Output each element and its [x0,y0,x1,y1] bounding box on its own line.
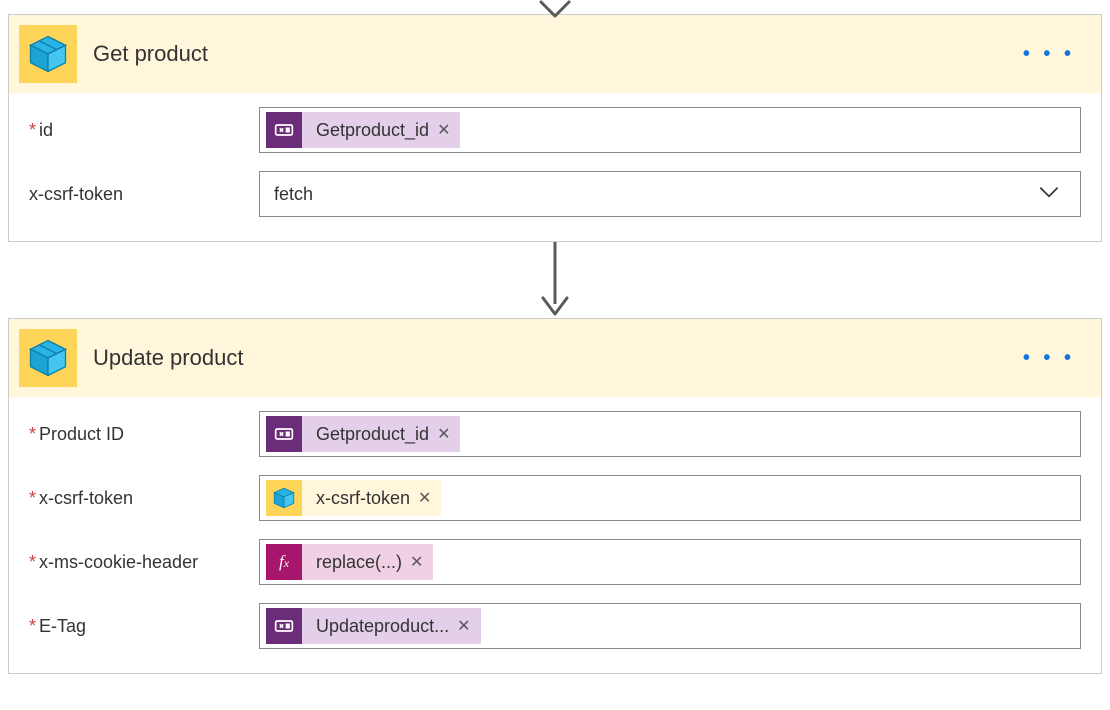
param-row-product-id: *Product ID Getproduct_id ✕ [29,411,1081,457]
action-update-product[interactable]: Update product • • • *Product ID Getprod… [8,318,1102,674]
param-value-id[interactable]: Getproduct_id ✕ [259,107,1081,153]
param-value-csrf[interactable]: fetch [259,171,1081,217]
package-icon [27,33,69,75]
token-text: x-csrf-token [316,488,410,509]
action-title: Get product [93,41,1001,67]
param-label: *x-ms-cookie-header [29,552,259,573]
param-row-csrf: *x-csrf-token x-csrf-token ✕ [29,475,1081,521]
param-value-cookie[interactable]: fx replace(...) ✕ [259,539,1081,585]
action-title: Update product [93,345,1001,371]
action-menu-button[interactable]: • • • [1017,343,1081,374]
param-row-id: *id Getproduct_id ✕ [29,107,1081,153]
param-label: *x-csrf-token [29,488,259,509]
action-header[interactable]: Update product • • • [9,319,1101,397]
param-row-cookie: *x-ms-cookie-header fx replace(...) ✕ [29,539,1081,585]
param-label: x-csrf-token [29,184,259,205]
token-action-output[interactable]: x-csrf-token ✕ [266,480,441,516]
action-body: *Product ID Getproduct_id ✕ *x-csrf-toke… [9,397,1101,673]
param-label: *id [29,120,259,141]
action-get-product[interactable]: Get product • • • *id Getproduct_id ✕ x-… [8,14,1102,242]
token-expression[interactable]: fx replace(...) ✕ [266,544,433,580]
connector-icon [19,329,77,387]
fx-icon: fx [266,544,302,580]
param-label: *E-Tag [29,616,259,637]
token-variable[interactable]: Getproduct_id ✕ [266,112,460,148]
token-remove-button[interactable]: ✕ [410,552,423,572]
token-text: Getproduct_id [316,424,429,445]
package-icon [266,480,302,516]
variable-icon [266,608,302,644]
select-value: fetch [274,184,313,205]
variable-icon [266,112,302,148]
connector-icon [19,25,77,83]
param-value-etag[interactable]: Updateproduct... ✕ [259,603,1081,649]
token-remove-button[interactable]: ✕ [437,424,450,444]
variable-icon [266,416,302,452]
token-text: Getproduct_id [316,120,429,141]
param-value-csrf[interactable]: x-csrf-token ✕ [259,475,1081,521]
action-body: *id Getproduct_id ✕ x-csrf-token fetch [9,93,1101,241]
chevron-down-icon [1036,179,1074,210]
flow-arrow [0,242,1110,318]
token-text: replace(...) [316,552,402,573]
token-text: Updateproduct... [316,616,449,637]
param-value-product-id[interactable]: Getproduct_id ✕ [259,411,1081,457]
token-remove-button[interactable]: ✕ [418,488,431,508]
param-row-csrf: x-csrf-token fetch [29,171,1081,217]
param-row-etag: *E-Tag Updateproduct... ✕ [29,603,1081,649]
param-label: *Product ID [29,424,259,445]
token-remove-button[interactable]: ✕ [437,120,450,140]
token-remove-button[interactable]: ✕ [457,616,470,636]
package-icon [27,337,69,379]
action-header[interactable]: Get product • • • [9,15,1101,93]
action-menu-button[interactable]: • • • [1017,39,1081,70]
token-variable[interactable]: Getproduct_id ✕ [266,416,460,452]
token-variable[interactable]: Updateproduct... ✕ [266,608,481,644]
